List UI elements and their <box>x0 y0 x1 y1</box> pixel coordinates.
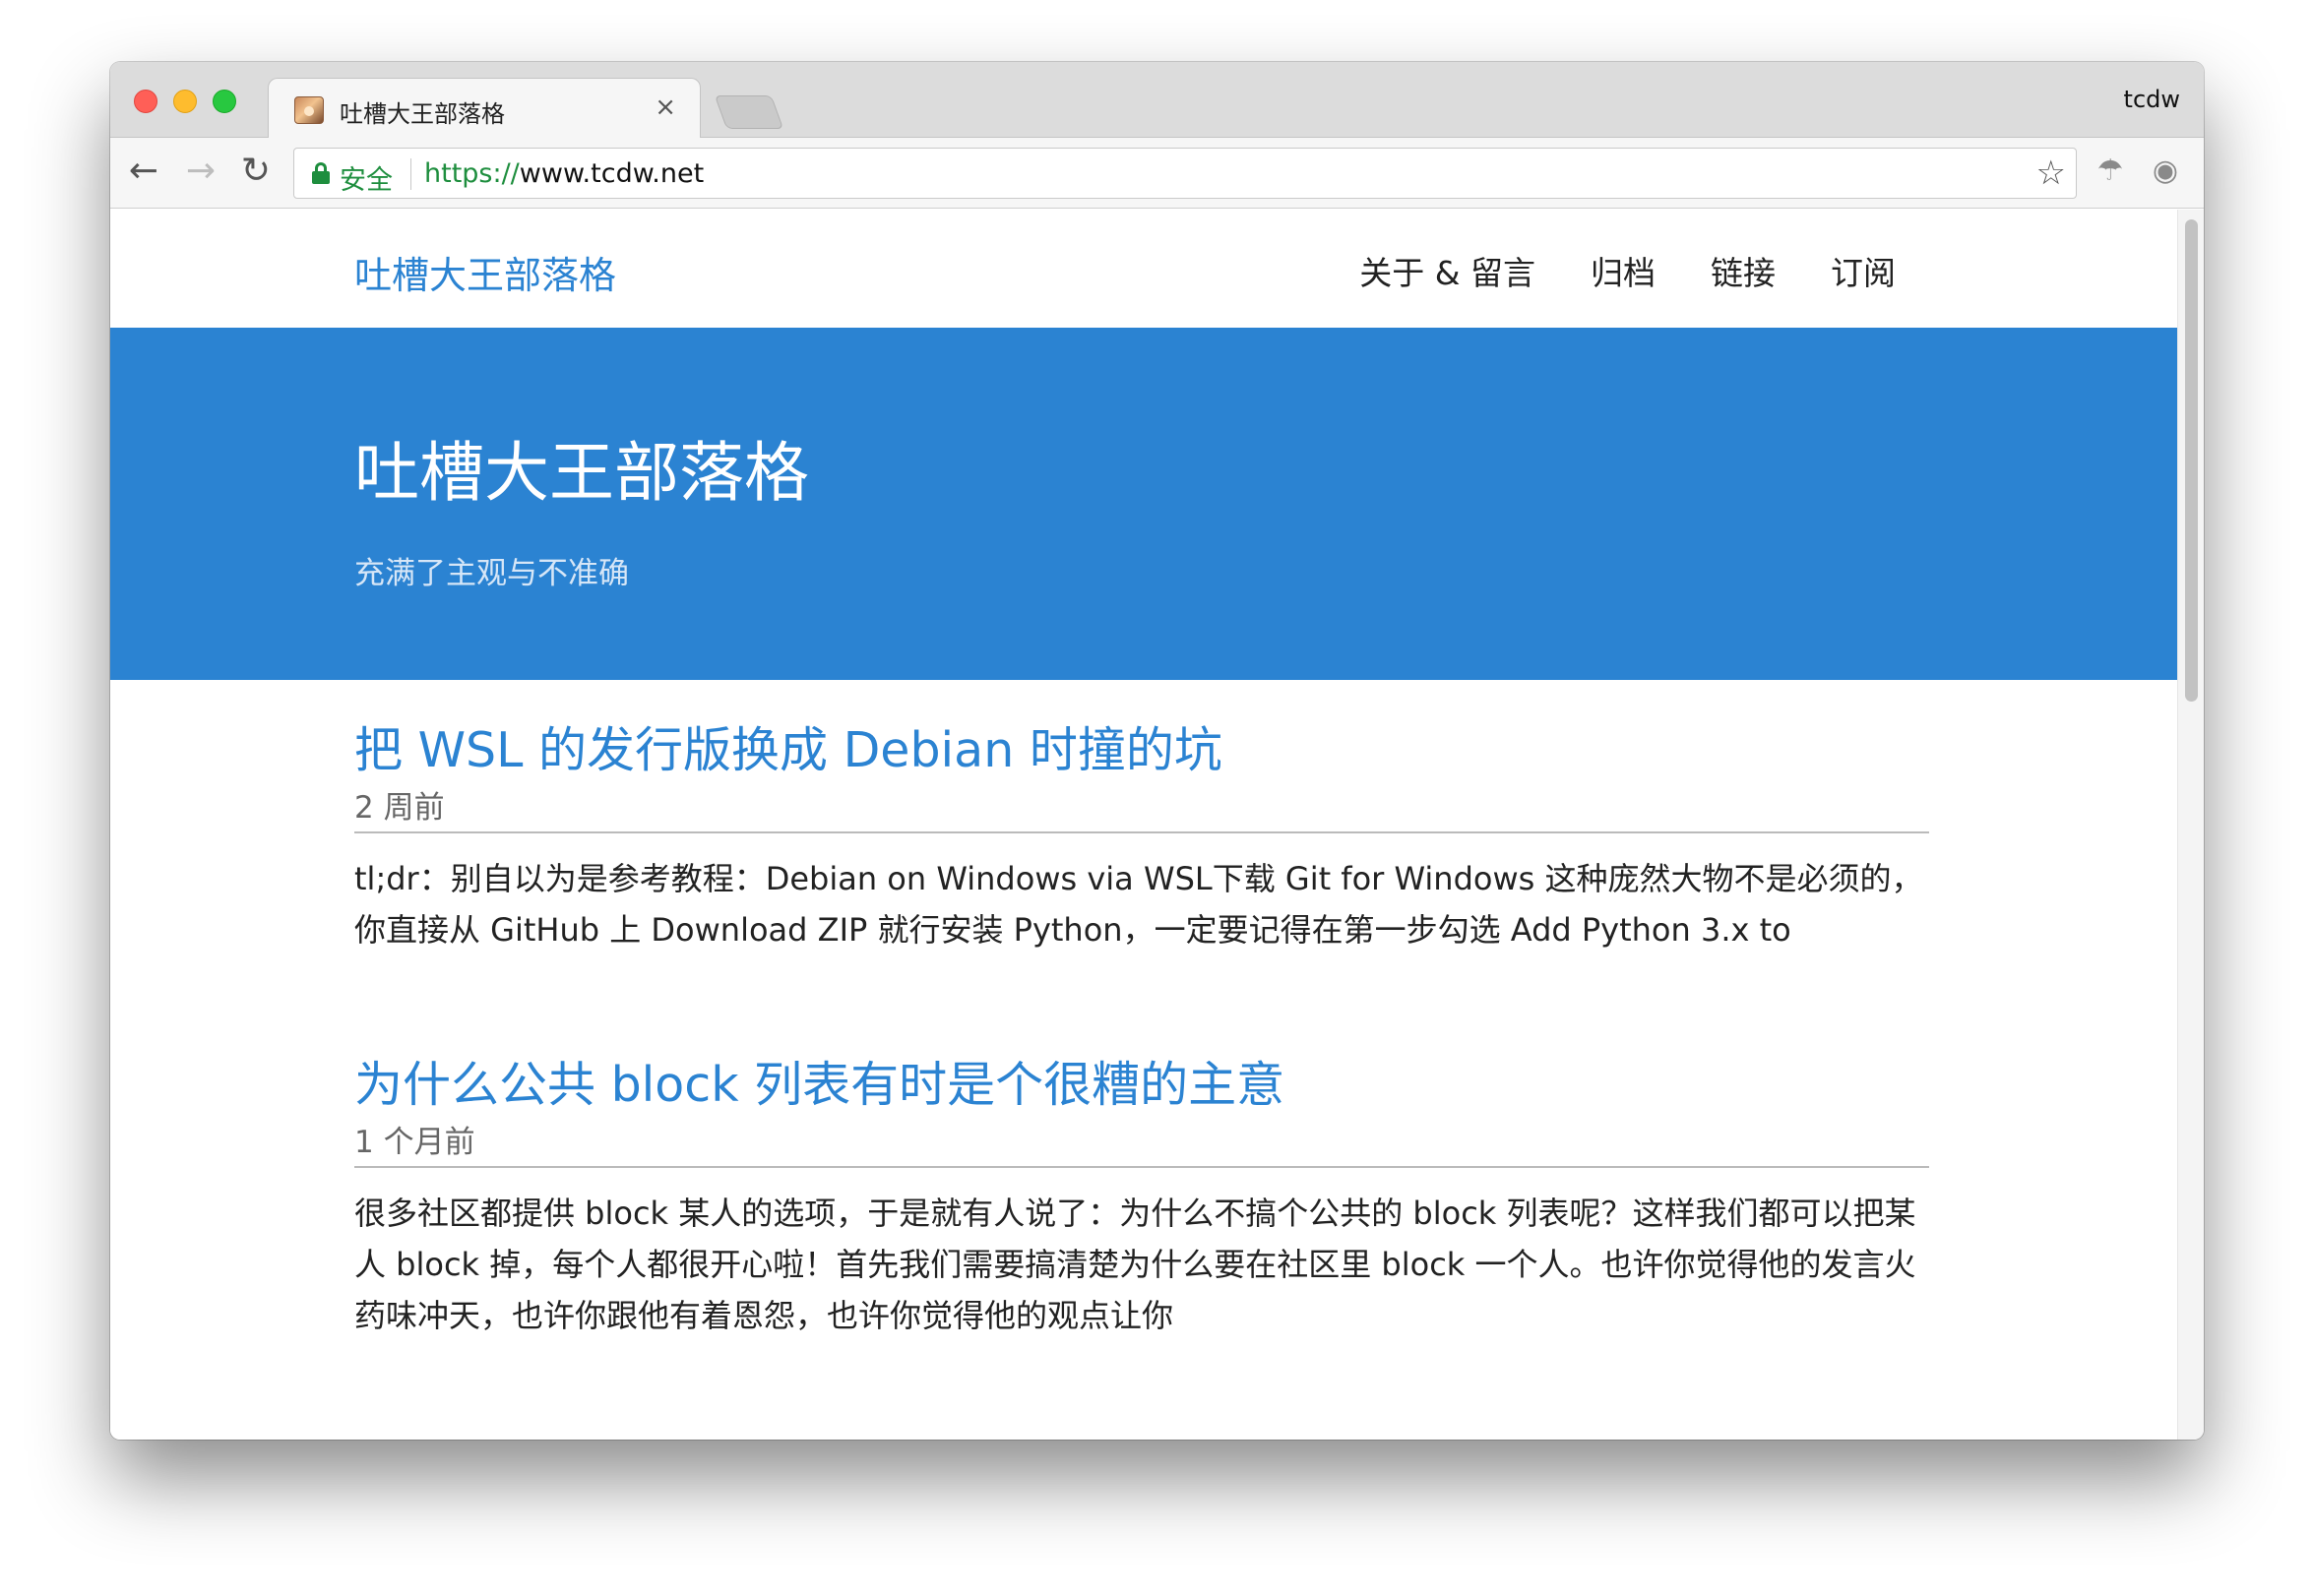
site-header: 吐槽大王部落格 关于 & 留言 归档 链接 订阅 <box>110 210 2177 328</box>
reload-icon[interactable]: ↻ <box>232 148 280 195</box>
post-title-link[interactable]: 为什么公共 block 列表有时是个很糟的主意 <box>354 1056 1929 1115</box>
url-text[interactable]: https://www.tcdw.net <box>424 158 704 189</box>
camera-icon[interactable]: ◉ <box>2144 150 2187 193</box>
forward-icon[interactable]: → <box>177 148 224 195</box>
omnibox-divider <box>410 158 411 190</box>
address-bar[interactable]: 安全 https://www.tcdw.net ☆ <box>293 148 2077 199</box>
post-title-link[interactable]: 把 WSL 的发行版换成 Debian 时撞的坑 <box>354 721 1929 780</box>
favicon-icon <box>294 96 324 124</box>
nav-links-link[interactable]: 链接 <box>1711 247 1776 294</box>
site-nav: 关于 & 留言 归档 链接 订阅 <box>1359 247 1896 294</box>
post-date: 1 个月前 <box>354 1123 1929 1168</box>
bookmark-star-icon[interactable]: ☆ <box>2036 153 2066 194</box>
lock-icon[interactable] <box>312 162 330 184</box>
page-viewport: 吐槽大王部落格 关于 & 留言 归档 链接 订阅 吐槽大王部落格 充满了主观与不… <box>110 210 2177 1440</box>
active-tab[interactable]: 吐槽大王部落格 × <box>268 78 701 139</box>
tab-close-icon[interactable]: × <box>655 92 676 122</box>
post-excerpt: tl;dr：别自以为是参考教程：Debian on Windows via WS… <box>354 860 1923 949</box>
browser-window: 吐槽大王部落格 × tcdw ← → ↻ 安全 https://www.tcdw… <box>110 62 2204 1440</box>
nav-subscribe-link[interactable]: 订阅 <box>1831 247 1896 294</box>
nav-archive-link[interactable]: 归档 <box>1591 247 1656 294</box>
tab-title: 吐槽大王部落格 <box>340 100 505 128</box>
site-brand-link[interactable]: 吐槽大王部落格 <box>354 245 616 299</box>
url-host: www.tcdw.net <box>519 158 705 189</box>
post-date: 2 周前 <box>354 788 1929 833</box>
zoom-window-button[interactable] <box>213 90 236 113</box>
vertical-scrollbar[interactable] <box>2177 210 2204 1440</box>
new-tab-button[interactable] <box>714 95 784 129</box>
browser-toolbar: ← → ↻ 安全 https://www.tcdw.net ☆ ☂ ◉ ⌂ ⋮ <box>110 138 2204 209</box>
scrollbar-thumb[interactable] <box>2185 219 2198 702</box>
minimize-window-button[interactable] <box>173 90 197 113</box>
secure-label[interactable]: 安全 <box>340 158 393 197</box>
hero-banner: 吐槽大王部落格 充满了主观与不准确 <box>110 328 2177 680</box>
bank-icon[interactable]: ⌂ <box>2199 150 2204 193</box>
post-item: 为什么公共 block 列表有时是个很糟的主意 1 个月前 很多社区都提供 bl… <box>354 1056 1929 1341</box>
post-item: 把 WSL 的发行版换成 Debian 时撞的坑 2 周前 tl;dr：别自以为… <box>354 721 1929 955</box>
hero-title: 吐槽大王部落格 <box>354 435 809 511</box>
hero-subtitle: 充满了主观与不准确 <box>354 556 629 591</box>
url-scheme: https:// <box>424 158 520 189</box>
tab-strip: 吐槽大王部落格 × tcdw <box>110 62 2204 139</box>
back-icon[interactable]: ← <box>120 148 167 195</box>
parachute-icon[interactable]: ☂ <box>2089 150 2132 193</box>
profile-name[interactable]: tcdw <box>2124 86 2180 113</box>
post-excerpt: 很多社区都提供 block 某人的选项，于是就有人说了：为什么不搞个公共的 bl… <box>354 1195 1916 1334</box>
nav-about-link[interactable]: 关于 & 留言 <box>1359 247 1535 294</box>
close-window-button[interactable] <box>134 90 157 113</box>
